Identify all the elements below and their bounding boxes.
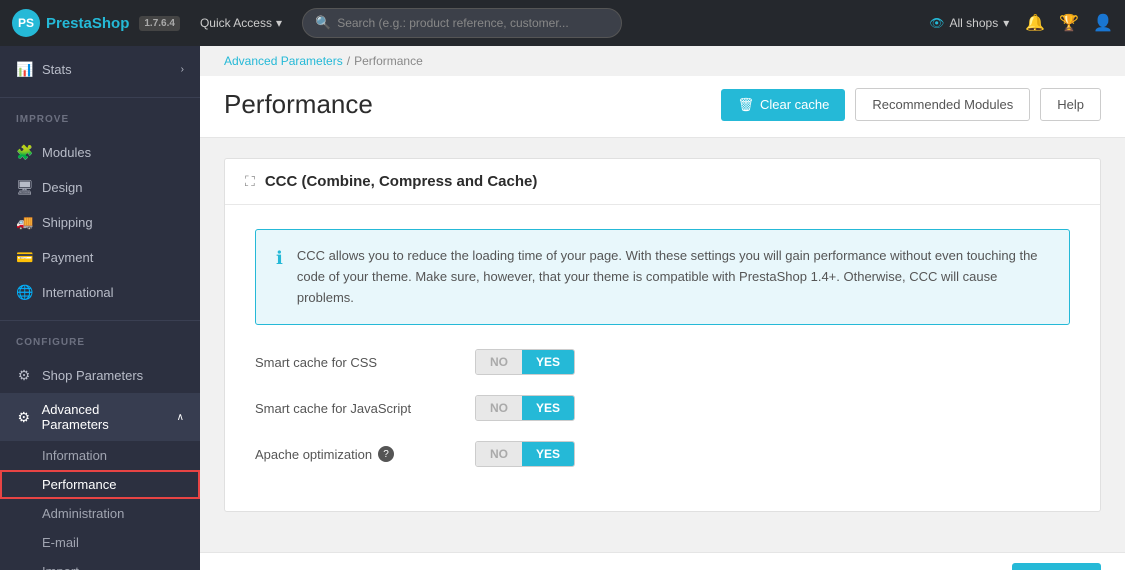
eye-icon: 👁 (929, 16, 944, 30)
topbar-right: 👁 All shops ▾ 🔔 🏆 👤 (929, 13, 1113, 33)
sidebar-sub-administration[interactable]: Administration (0, 499, 200, 528)
user-icon[interactable]: 👤 (1093, 13, 1113, 33)
payment-icon: 💳 (16, 249, 32, 266)
toggle-yes-css[interactable]: YES (522, 350, 574, 374)
ccc-card: ⛶ CCC (Combine, Compress and Cache) ℹ CC… (224, 158, 1101, 512)
main-layout: 📊 Stats › IMPROVE 🧩 Modules 🖥 Design 🚚 S… (0, 46, 1125, 570)
apache-help-badge[interactable]: ? (378, 446, 394, 462)
save-button[interactable]: Save (1012, 563, 1101, 570)
search-icon: 🔍 (315, 15, 331, 31)
search-input[interactable] (337, 16, 609, 30)
improve-label: IMPROVE (0, 102, 200, 129)
content-body: ⛶ CCC (Combine, Compress and Cache) ℹ CC… (200, 138, 1125, 552)
configure-label: CONFIGURE (0, 325, 200, 352)
breadcrumb-current: Performance (354, 54, 423, 68)
chevron-down-icon: ▾ (1003, 16, 1009, 30)
sidebar-sub-import[interactable]: Import (0, 557, 200, 570)
toggle-switch-js[interactable]: NO YES (475, 395, 575, 421)
sidebar-improve-items: 🧩 Modules 🖥 Design 🚚 Shipping 💳 Payment … (0, 129, 200, 316)
sidebar-sub-email[interactable]: E-mail (0, 528, 200, 557)
toggle-label-css: Smart cache for CSS (255, 355, 475, 370)
design-icon: 🖥 (16, 179, 32, 196)
sidebar-item-modules[interactable]: 🧩 Modules (0, 135, 200, 170)
chevron-right-icon: › (181, 64, 184, 75)
help-button[interactable]: Help (1040, 88, 1101, 121)
sidebar-item-shipping[interactable]: 🚚 Shipping (0, 205, 200, 240)
advanced-params-submenu: Information Performance Administration E… (0, 441, 200, 570)
bell-icon[interactable]: 🔔 (1025, 13, 1045, 33)
sidebar: 📊 Stats › IMPROVE 🧩 Modules 🖥 Design 🚚 S… (0, 46, 200, 570)
toggle-row-css: Smart cache for CSS NO YES (255, 349, 1070, 375)
toggle-yes-apache[interactable]: YES (522, 442, 574, 466)
trophy-icon[interactable]: 🏆 (1059, 13, 1079, 33)
sidebar-item-shop-parameters[interactable]: ⚙ Shop Parameters (0, 358, 200, 393)
shipping-icon: 🚚 (16, 214, 32, 231)
trash-icon: 🗑 (737, 97, 754, 113)
ccc-info-text: CCC allows you to reduce the loading tim… (297, 246, 1049, 308)
content-area: Advanced Parameters / Performance Perfor… (200, 46, 1125, 570)
ccc-info-box: ℹ CCC allows you to reduce the loading t… (255, 229, 1070, 325)
toggle-label-apache: Apache optimization ? (255, 446, 475, 462)
ccc-card-body: ℹ CCC allows you to reduce the loading t… (225, 205, 1100, 511)
all-shops-selector[interactable]: 👁 All shops ▾ (929, 16, 1009, 30)
shop-params-icon: ⚙ (16, 367, 32, 384)
sidebar-sub-performance[interactable]: Performance (0, 470, 200, 499)
sidebar-item-stats[interactable]: 📊 Stats › (0, 52, 200, 87)
stats-icon: 📊 (16, 61, 32, 78)
toggle-yes-js[interactable]: YES (522, 396, 574, 420)
toggle-switch-apache[interactable]: NO YES (475, 441, 575, 467)
topbar-icons: 🔔 🏆 👤 (1025, 13, 1113, 33)
toggle-no-js[interactable]: NO (476, 396, 522, 420)
sidebar-sub-information[interactable]: Information (0, 441, 200, 470)
logo-area: PS PrestaShop 1.7.6.4 (12, 9, 180, 37)
page-title: Performance (224, 89, 711, 120)
modules-icon: 🧩 (16, 144, 32, 161)
toggle-row-apache: Apache optimization ? NO YES (255, 441, 1070, 467)
advanced-params-icon: ⚙ (16, 409, 32, 426)
sidebar-item-payment[interactable]: 💳 Payment (0, 240, 200, 275)
info-icon: ℹ (276, 248, 283, 269)
sidebar-item-international[interactable]: 🌐 International (0, 275, 200, 310)
breadcrumb: Advanced Parameters / Performance (200, 46, 1125, 76)
version-badge: 1.7.6.4 (139, 16, 180, 31)
chevron-down-icon: ▾ (276, 16, 282, 30)
quick-access-btn[interactable]: Quick Access ▾ (192, 12, 290, 34)
toggle-switch-css[interactable]: NO YES (475, 349, 575, 375)
sidebar-item-design[interactable]: 🖥 Design (0, 170, 200, 205)
logo-icon: PS (12, 9, 40, 37)
clear-cache-button[interactable]: 🗑 Clear cache (721, 89, 845, 121)
expand-icon[interactable]: ⛶ (245, 173, 255, 190)
ccc-card-header: ⛶ CCC (Combine, Compress and Cache) (225, 159, 1100, 205)
international-icon: 🌐 (16, 284, 32, 301)
recommended-modules-button[interactable]: Recommended Modules (855, 88, 1030, 121)
sidebar-section-top: 📊 Stats › (0, 46, 200, 93)
toggle-no-css[interactable]: NO (476, 350, 522, 374)
page-header: Performance 🗑 Clear cache Recommended Mo… (200, 76, 1125, 138)
topbar: PS PrestaShop 1.7.6.4 Quick Access ▾ 🔍 👁… (0, 0, 1125, 46)
toggle-label-js: Smart cache for JavaScript (255, 401, 475, 416)
logo-text: PrestaShop (46, 15, 129, 32)
save-bar: Save (200, 552, 1125, 570)
sidebar-item-advanced-parameters[interactable]: ⚙ Advanced Parameters ∧ (0, 393, 200, 441)
toggle-no-apache[interactable]: NO (476, 442, 522, 466)
ccc-card-title: CCC (Combine, Compress and Cache) (265, 173, 538, 190)
search-bar[interactable]: 🔍 (302, 8, 622, 38)
breadcrumb-parent[interactable]: Advanced Parameters (224, 54, 343, 68)
sidebar-configure-items: ⚙ Shop Parameters ⚙ Advanced Parameters … (0, 352, 200, 570)
toggle-row-js: Smart cache for JavaScript NO YES (255, 395, 1070, 421)
chevron-up-icon: ∧ (177, 412, 184, 423)
breadcrumb-separator: / (347, 54, 350, 68)
